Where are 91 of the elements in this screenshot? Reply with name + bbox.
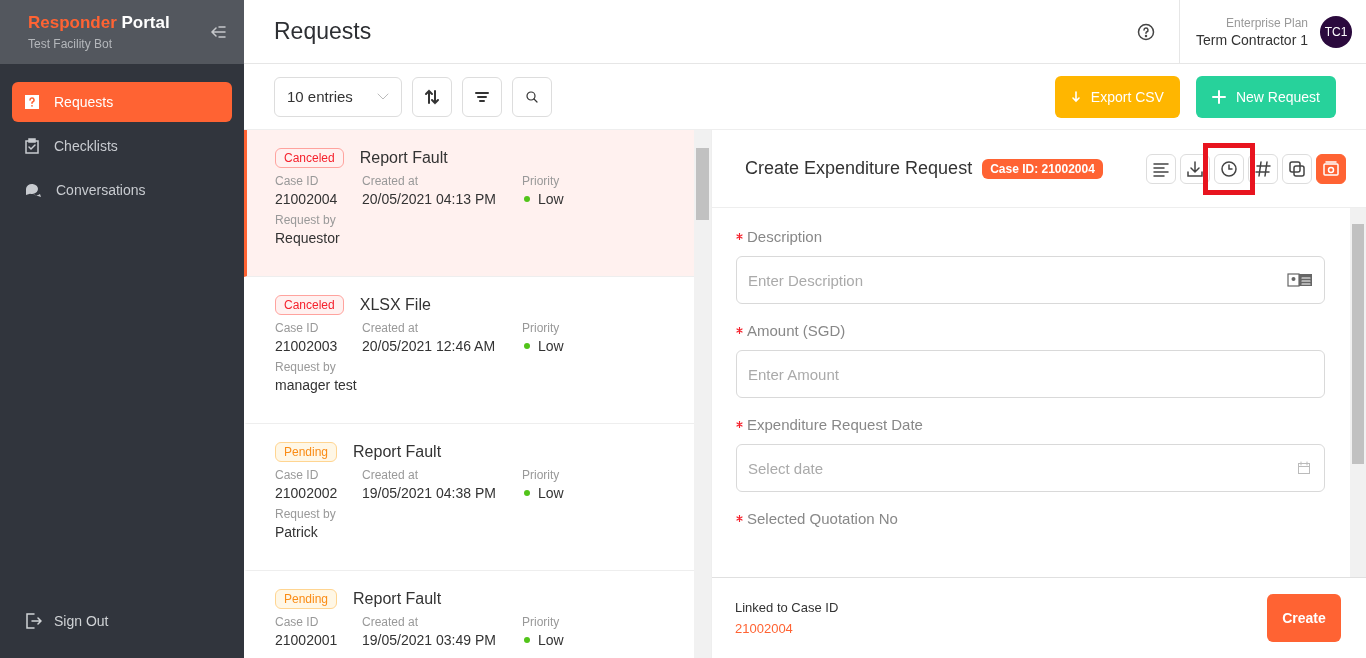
- exit-icon: [24, 612, 42, 630]
- priority-dot: [524, 343, 530, 349]
- input-field[interactable]: Enter Amount: [736, 350, 1325, 398]
- field-value: Patrick: [275, 524, 318, 540]
- field-value: 21002001: [275, 632, 338, 648]
- priority-value: Low: [538, 632, 564, 648]
- field-value: 20/05/2021 12:46 AM: [362, 338, 496, 354]
- input-field[interactable]: Enter Description: [736, 256, 1325, 304]
- field-label: Request by: [275, 213, 337, 227]
- filter-button[interactable]: [462, 76, 502, 117]
- sort-icon: [424, 88, 440, 105]
- id-card-icon: [1287, 272, 1313, 288]
- field-label: Created at: [362, 615, 420, 629]
- plan-name: Enterprise Plan: [1224, 15, 1308, 30]
- sort-button[interactable]: [412, 76, 452, 117]
- priority-value: Low: [538, 191, 564, 207]
- field-label: Case ID: [275, 321, 320, 335]
- brand-name: Responder: [28, 13, 117, 32]
- field-label: Created at: [362, 321, 420, 335]
- field-label: Case ID: [275, 174, 320, 188]
- status-badge: Canceled: [275, 148, 344, 168]
- card-icon: [1322, 159, 1340, 178]
- search-button[interactable]: [512, 76, 552, 117]
- field-label: Priority: [522, 468, 561, 482]
- priority-dot: [524, 490, 530, 496]
- help-icon[interactable]: [1136, 22, 1155, 41]
- chevron-down-icon: [377, 92, 389, 101]
- question-icon: [24, 94, 40, 110]
- field-label: Selected Quotation No: [736, 508, 1325, 528]
- field-label: Request by: [275, 360, 337, 374]
- field-label: Created at: [362, 468, 420, 482]
- field-value: 21002002: [275, 485, 338, 501]
- scrollbar[interactable]: [694, 130, 711, 658]
- request-title: Report Fault: [359, 149, 448, 167]
- input-field[interactable]: Select date: [736, 444, 1325, 492]
- scrollbar[interactable]: [1350, 208, 1366, 577]
- collapse-icon[interactable]: [210, 25, 226, 39]
- nav-item[interactable]: Checklists: [12, 126, 232, 166]
- request-card[interactable]: Pending Report Fault Case ID 21002002 Created at 19/05/2021 04:38 PM Priority Low Request by Patrick: [244, 424, 694, 571]
- search-icon: [524, 88, 540, 105]
- field-value: 21002004: [275, 191, 338, 207]
- field-value: Requestor: [275, 230, 340, 246]
- entries-dropdown[interactable]: 10 entries: [274, 76, 402, 117]
- field-label: Priority: [522, 174, 561, 188]
- status-badge: Canceled: [275, 295, 344, 315]
- field-label: Request by: [275, 507, 337, 521]
- clock-icon: [1220, 159, 1238, 178]
- status-badge: Pending: [275, 442, 338, 462]
- field-label: Priority: [522, 321, 561, 335]
- field-value: 19/05/2021 03:49 PM: [362, 632, 496, 648]
- priority-value: Low: [538, 338, 564, 354]
- user-name: Term Contractor 1: [1195, 31, 1308, 48]
- request-card[interactable]: Canceled Report Fault Case ID 21002004 Created at 20/05/2021 04:13 PM Priority Low Request by Requestor: [244, 130, 694, 277]
- linked-case-label: Linked to Case ID: [735, 600, 839, 615]
- download-icon: [1186, 159, 1204, 178]
- field-value: 19/05/2021 04:38 PM: [362, 485, 496, 501]
- arrow-down-icon: [1070, 90, 1081, 103]
- user-avatar[interactable]: TC1: [1320, 15, 1352, 48]
- nav-item[interactable]: Conversations: [12, 170, 232, 210]
- priority-value: Low: [538, 485, 564, 501]
- field-label: Amount (SGD): [736, 320, 1325, 340]
- request-title: Report Fault: [353, 443, 442, 461]
- request-title: XLSX File: [359, 296, 431, 314]
- facility-name: Test Facility Bot: [28, 37, 114, 51]
- request-card[interactable]: Canceled XLSX File Case ID 21002003 Created at 20/05/2021 12:46 AM Priority Low Request by manager test: [244, 277, 694, 424]
- sign-out-link[interactable]: Sign Out: [24, 612, 109, 630]
- request-card[interactable]: Pending Report Fault Case ID 21002001 Created at 19/05/2021 03:49 PM Priority Low: [244, 571, 694, 658]
- field-value: 21002003: [275, 338, 338, 354]
- status-badge: Pending: [275, 589, 338, 609]
- case-id-badge: Case ID: 21002004: [982, 158, 1103, 179]
- request-title: Report Fault: [353, 590, 442, 608]
- priority-dot: [524, 637, 530, 643]
- form-title: Create Expenditure Request: [745, 158, 973, 179]
- hash-icon: [1255, 159, 1271, 178]
- field-label: Case ID: [275, 615, 320, 629]
- align-left-icon: [1152, 160, 1170, 177]
- copy-icon: [1288, 159, 1306, 178]
- field-label: Priority: [522, 615, 561, 629]
- field-label: Description: [736, 226, 1325, 246]
- page-title: Requests: [274, 18, 373, 45]
- plus-icon: [1211, 89, 1226, 104]
- calendar-icon: [1297, 461, 1311, 475]
- priority-dot: [524, 196, 530, 202]
- field-label: Created at: [362, 174, 420, 188]
- field-label: Expenditure Request Date: [736, 414, 1325, 434]
- field-label: Case ID: [275, 468, 320, 482]
- chat-bubbles-icon: [24, 182, 42, 198]
- field-value: manager test: [275, 377, 357, 393]
- clipboard-icon: [24, 138, 40, 154]
- brand-name: Portal: [121, 13, 170, 32]
- field-value: 20/05/2021 04:13 PM: [362, 191, 496, 207]
